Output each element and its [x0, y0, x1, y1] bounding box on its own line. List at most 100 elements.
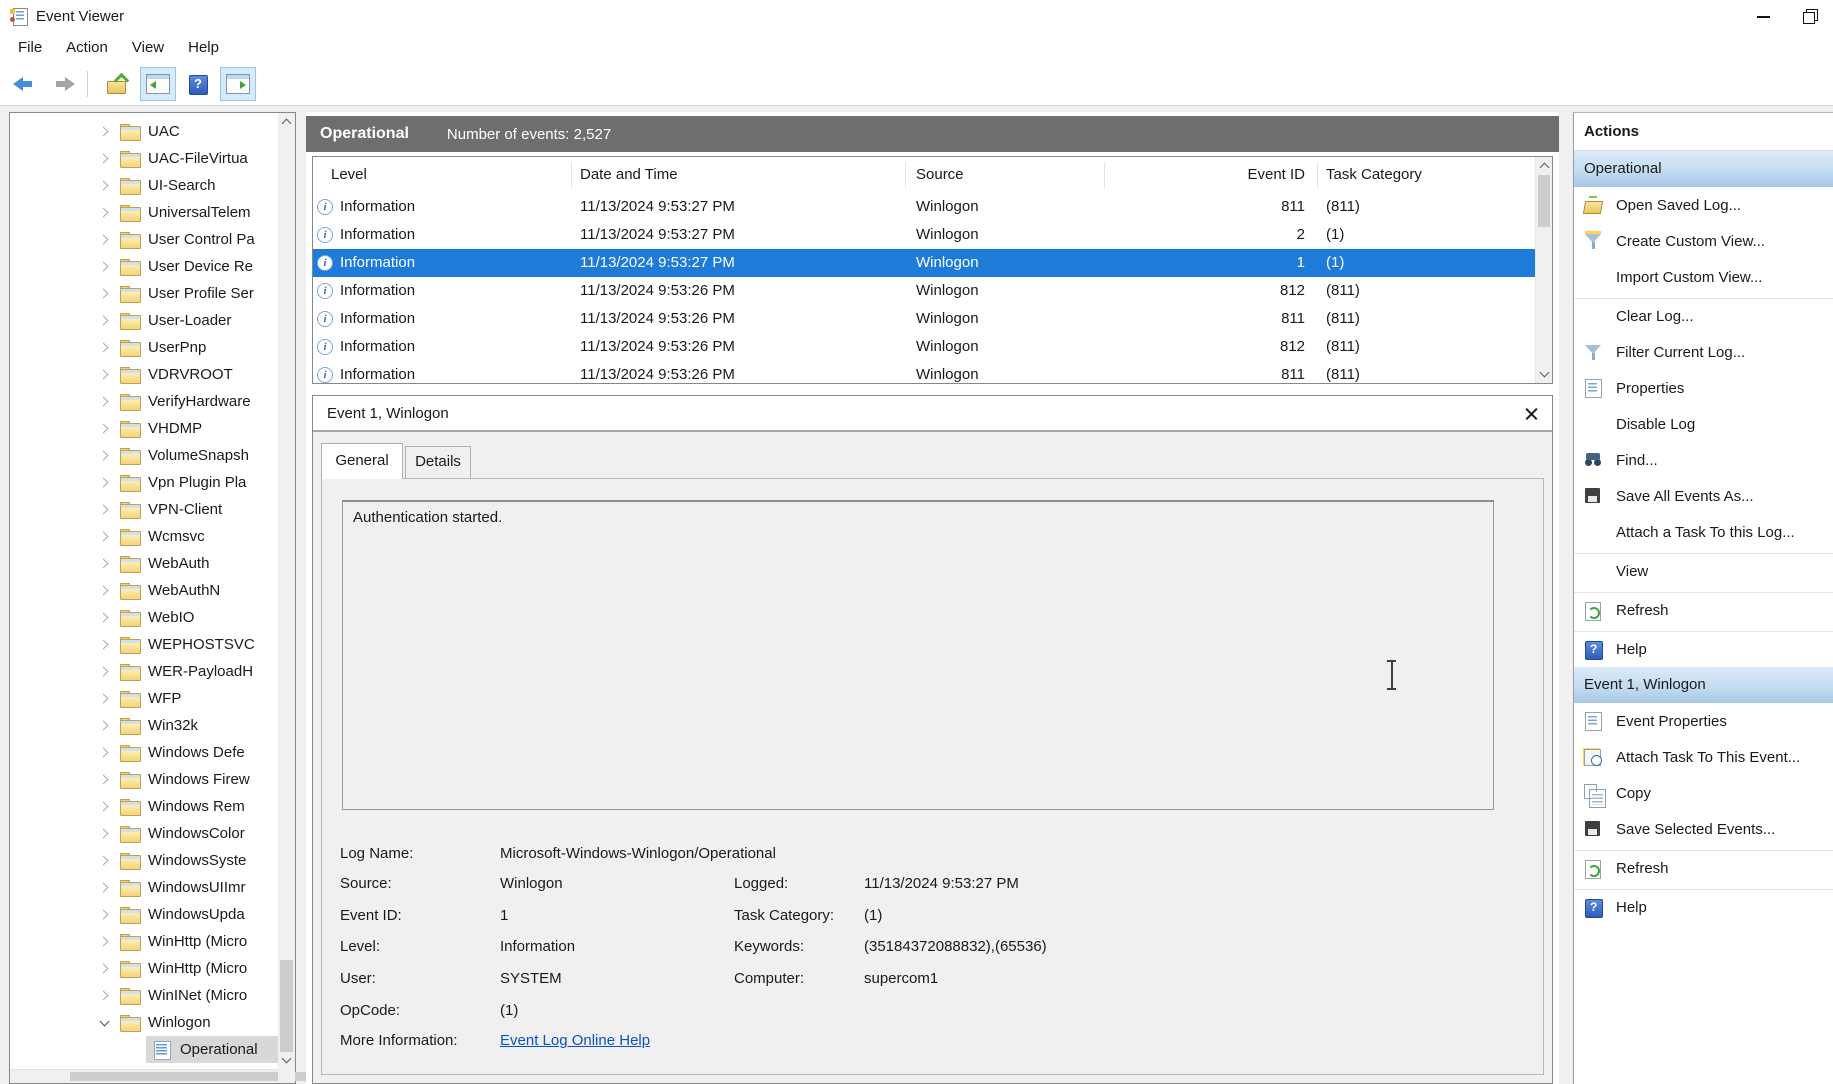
- toolbar-button[interactable]: [140, 67, 176, 101]
- chevron-icon[interactable]: [94, 284, 114, 304]
- tree-item[interactable]: Windows Defe: [10, 739, 278, 766]
- tree-item[interactable]: Wcmsvc: [10, 523, 278, 550]
- tree-item[interactable]: WER-PayloadH: [10, 658, 278, 685]
- column-header-date[interactable]: Date and Time: [580, 157, 678, 193]
- tree-item[interactable]: UAC: [10, 118, 278, 145]
- chevron-icon[interactable]: [94, 662, 114, 682]
- chevron-icon[interactable]: [94, 392, 114, 412]
- action-item[interactable]: Help: [1574, 889, 1833, 925]
- tree-item[interactable]: User Control Pa: [10, 226, 278, 253]
- tree-item[interactable]: Vpn Plugin Pla: [10, 469, 278, 496]
- chevron-icon[interactable]: [94, 446, 114, 466]
- tree-vertical-scrollbar[interactable]: [278, 113, 295, 1069]
- chevron-icon[interactable]: [94, 365, 114, 385]
- menu-item[interactable]: Help: [176, 35, 231, 60]
- chevron-icon[interactable]: [126, 1040, 146, 1060]
- action-item[interactable]: View: [1574, 553, 1833, 589]
- table-row[interactable]: Information 11/13/2024 9:53:26 PM Winlog…: [313, 333, 1535, 361]
- tree-item[interactable]: Windows Firew: [10, 766, 278, 793]
- tree-item[interactable]: VPN-Client: [10, 496, 278, 523]
- tree-item[interactable]: Windows Rem: [10, 793, 278, 820]
- tree-item[interactable]: WindowsUpda: [10, 901, 278, 928]
- tree-item[interactable]: WindowsSyste: [10, 847, 278, 874]
- chevron-icon[interactable]: [94, 1013, 114, 1033]
- chevron-icon[interactable]: [94, 770, 114, 790]
- action-item[interactable]: Save All Events As...: [1574, 478, 1833, 514]
- chevron-icon[interactable]: [94, 554, 114, 574]
- chevron-icon[interactable]: [94, 257, 114, 277]
- tree-item[interactable]: WinHttp (Micro: [10, 928, 278, 955]
- tree-item[interactable]: WinINet (Micro: [10, 982, 278, 1009]
- toolbar-button[interactable]: [86, 67, 96, 101]
- action-item[interactable]: Filter Current Log...: [1574, 334, 1833, 370]
- tree-item[interactable]: WindowsUIImr: [10, 874, 278, 901]
- scroll-down-icon[interactable]: [278, 1052, 295, 1069]
- scroll-up-icon[interactable]: [1536, 157, 1553, 174]
- action-item[interactable]: Refresh: [1574, 850, 1833, 886]
- tab-general[interactable]: General: [321, 443, 403, 479]
- column-header-source[interactable]: Source: [916, 157, 964, 193]
- tree-item[interactable]: WindowsColor: [10, 820, 278, 847]
- caption-button[interactable]: [1741, 0, 1787, 32]
- chevron-icon[interactable]: [94, 527, 114, 547]
- event-description-box[interactable]: Authentication started.: [342, 500, 1494, 810]
- chevron-icon[interactable]: [94, 743, 114, 763]
- chevron-icon[interactable]: [94, 122, 114, 142]
- chevron-icon[interactable]: [94, 338, 114, 358]
- action-item[interactable]: Create Custom View...: [1574, 223, 1833, 259]
- tree-item[interactable]: Winlogon: [10, 1009, 278, 1036]
- tree-item[interactable]: WEPHOSTSVC: [10, 631, 278, 658]
- action-item[interactable]: Help: [1574, 631, 1833, 667]
- chevron-icon[interactable]: [94, 878, 114, 898]
- tree-item[interactable]: UI-Search: [10, 172, 278, 199]
- chevron-icon[interactable]: [94, 203, 114, 223]
- scroll-up-icon[interactable]: [278, 113, 295, 130]
- tree-item[interactable]: VolumeSnapsh: [10, 442, 278, 469]
- tree-item[interactable]: User-Loader: [10, 307, 278, 334]
- tree-horizontal-scrollbar[interactable]: [10, 1069, 278, 1083]
- tree-item[interactable]: Win32k: [10, 712, 278, 739]
- tree-item[interactable]: User Device Re: [10, 253, 278, 280]
- tree-item[interactable]: WebAuth: [10, 550, 278, 577]
- chevron-icon[interactable]: [94, 149, 114, 169]
- event-log-online-help-link[interactable]: Event Log Online Help: [500, 1032, 650, 1049]
- table-row[interactable]: Information 11/13/2024 9:53:27 PM Winlog…: [313, 193, 1535, 221]
- actions-group-header-operational[interactable]: Operational: [1574, 151, 1833, 187]
- scrollbar-thumb[interactable]: [280, 960, 293, 1052]
- chevron-icon[interactable]: [94, 797, 114, 817]
- scrollbar-thumb[interactable]: [70, 1072, 340, 1081]
- chevron-icon[interactable]: [94, 959, 114, 979]
- column-header-level[interactable]: Level: [331, 157, 367, 193]
- tree-item[interactable]: User Profile Ser: [10, 280, 278, 307]
- tree-item[interactable]: UAC-FileVirtua: [10, 145, 278, 172]
- menu-item[interactable]: File: [6, 35, 54, 60]
- tree-item[interactable]: VDRVROOT: [10, 361, 278, 388]
- chevron-icon[interactable]: [94, 851, 114, 871]
- chevron-icon[interactable]: [94, 311, 114, 331]
- chevron-icon[interactable]: [94, 635, 114, 655]
- column-header-task-category[interactable]: Task Category: [1326, 157, 1422, 193]
- tree-item[interactable]: VerifyHardware: [10, 388, 278, 415]
- chevron-icon[interactable]: [94, 905, 114, 925]
- table-row[interactable]: Information 11/13/2024 9:53:26 PM Winlog…: [313, 277, 1535, 305]
- chevron-icon[interactable]: [94, 932, 114, 952]
- action-item[interactable]: Open Saved Log...: [1574, 187, 1833, 223]
- tree-item[interactable]: VHDMP: [10, 415, 278, 442]
- toolbar-button[interactable]: [220, 67, 256, 101]
- action-item[interactable]: Refresh: [1574, 592, 1833, 628]
- toolbar-button[interactable]: [6, 67, 42, 101]
- menu-item[interactable]: View: [120, 35, 176, 60]
- action-item[interactable]: Attach a Task To this Log...: [1574, 514, 1833, 550]
- chevron-icon[interactable]: [94, 689, 114, 709]
- toolbar-button[interactable]: [180, 67, 216, 101]
- action-item[interactable]: Save Selected Events...: [1574, 811, 1833, 847]
- chevron-icon[interactable]: [94, 230, 114, 250]
- chevron-icon[interactable]: [94, 581, 114, 601]
- close-button[interactable]: [1522, 404, 1542, 424]
- chevron-icon[interactable]: [94, 824, 114, 844]
- table-row[interactable]: Information 11/13/2024 9:53:26 PM Winlog…: [313, 305, 1535, 333]
- action-item[interactable]: Import Custom View...: [1574, 259, 1833, 295]
- table-vertical-scrollbar[interactable]: [1535, 157, 1552, 383]
- chevron-icon[interactable]: [94, 608, 114, 628]
- action-item[interactable]: Find...: [1574, 442, 1833, 478]
